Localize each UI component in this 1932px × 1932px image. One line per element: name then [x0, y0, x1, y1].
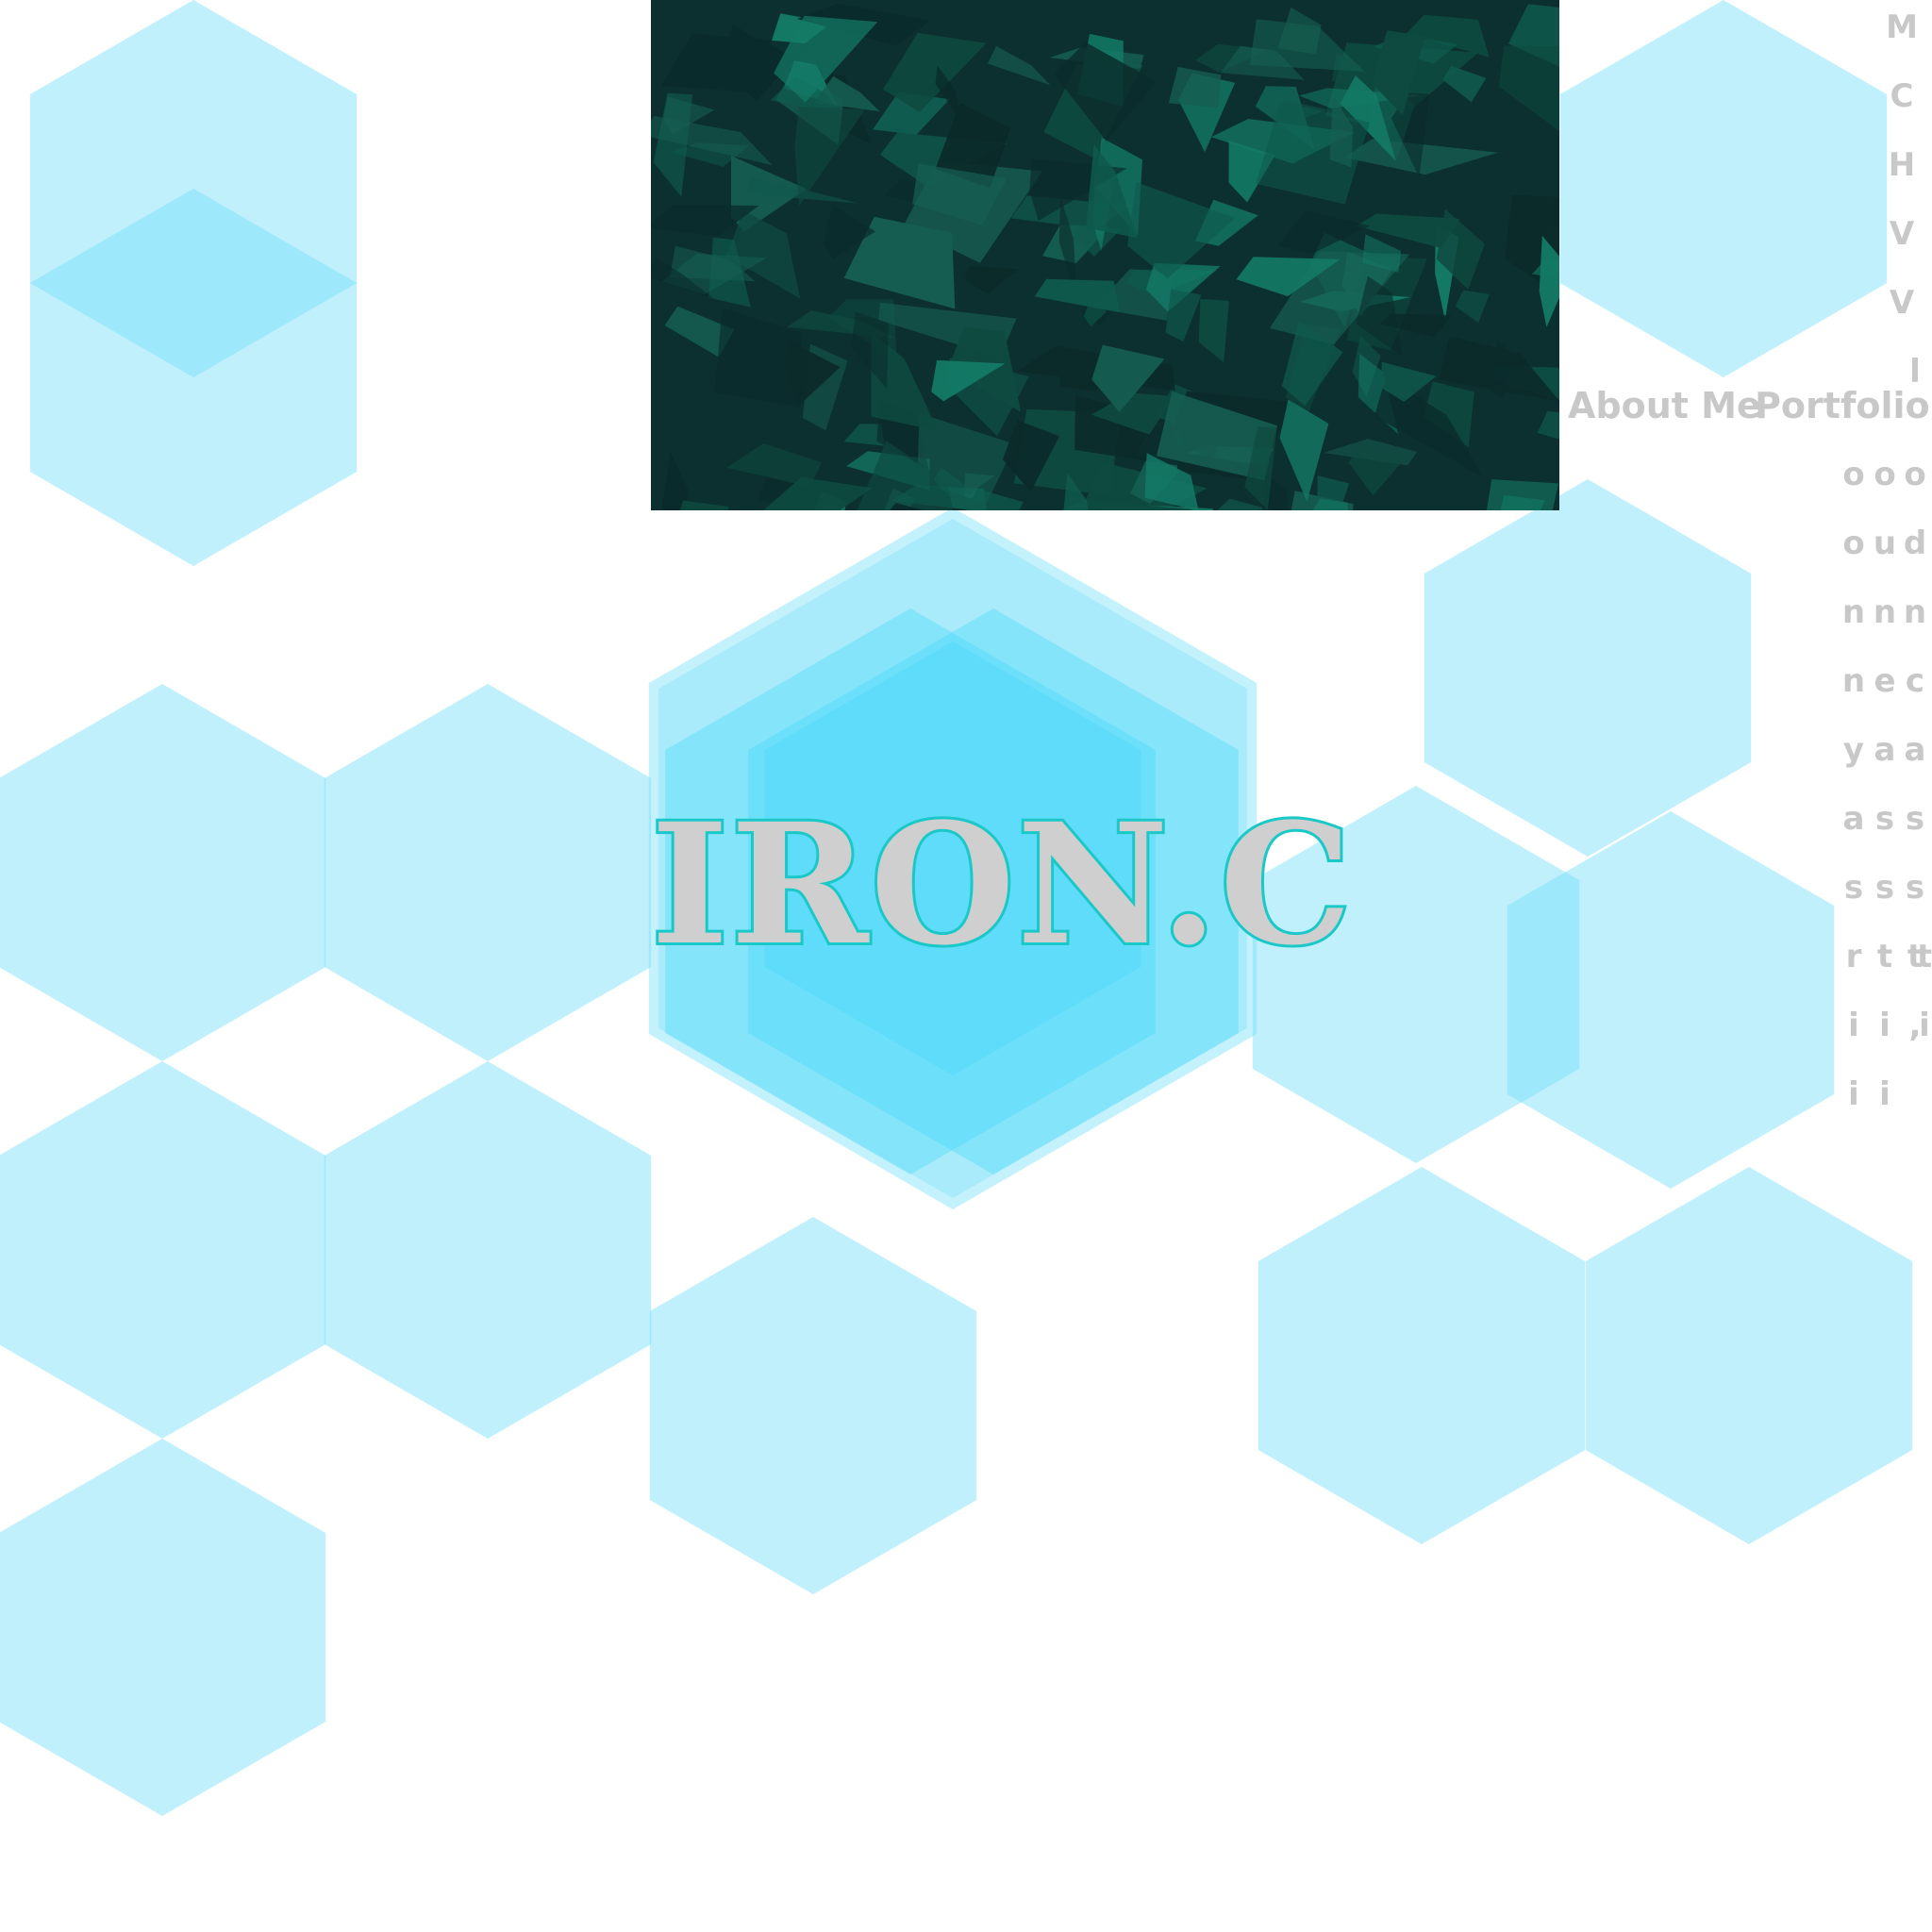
page-canvas: IRON.C About Me Portfolio MCHVVloonnyasr… [0, 0, 1932, 1932]
vertical-menu-letter: s [1905, 800, 1925, 838]
background-hexagon [0, 1061, 326, 1439]
background-hexagon [649, 1217, 977, 1594]
vertical-menu-letter: V [1889, 284, 1915, 322]
background-hexagon [1424, 479, 1752, 857]
vertical-menu-letter: n [1903, 593, 1927, 631]
nav-about-me-link[interactable]: About Me [1568, 385, 1761, 426]
vertical-menu-letter: M [1886, 8, 1918, 46]
vertical-menu-letter: a [1904, 731, 1926, 769]
vertical-menu-letter: o [1904, 456, 1926, 493]
vertical-menu-letter: V [1889, 215, 1915, 253]
background-hexagon [1585, 1167, 1913, 1544]
background-hexagon [324, 1061, 652, 1439]
background-hexagon [1559, 0, 1888, 377]
vertical-menu-letter: s [1905, 869, 1925, 907]
background-hexagon [0, 684, 326, 1061]
vertical-menu-letter: H [1888, 146, 1916, 184]
vertical-menu-letter: i [1879, 1075, 1890, 1113]
brand-title: IRON.C [648, 787, 1355, 982]
hero-image [651, 0, 1559, 510]
background-hexagon [1257, 1167, 1586, 1544]
vertical-menu-letter: t [1916, 938, 1932, 975]
vertical-menu-letter: l [1909, 353, 1921, 391]
vertical-menu-letter: i [1919, 1007, 1930, 1044]
leaf-pattern-image [651, 0, 1559, 510]
background-hexagon [0, 1439, 326, 1816]
vertical-menu-letter: d [1903, 525, 1927, 562]
background-hexagon [324, 684, 652, 1061]
vertical-menu-letter: C [1890, 77, 1914, 115]
vertical-menu-letter: c [1905, 662, 1925, 700]
nav-portfolio-link[interactable]: Portfolio [1755, 385, 1930, 426]
